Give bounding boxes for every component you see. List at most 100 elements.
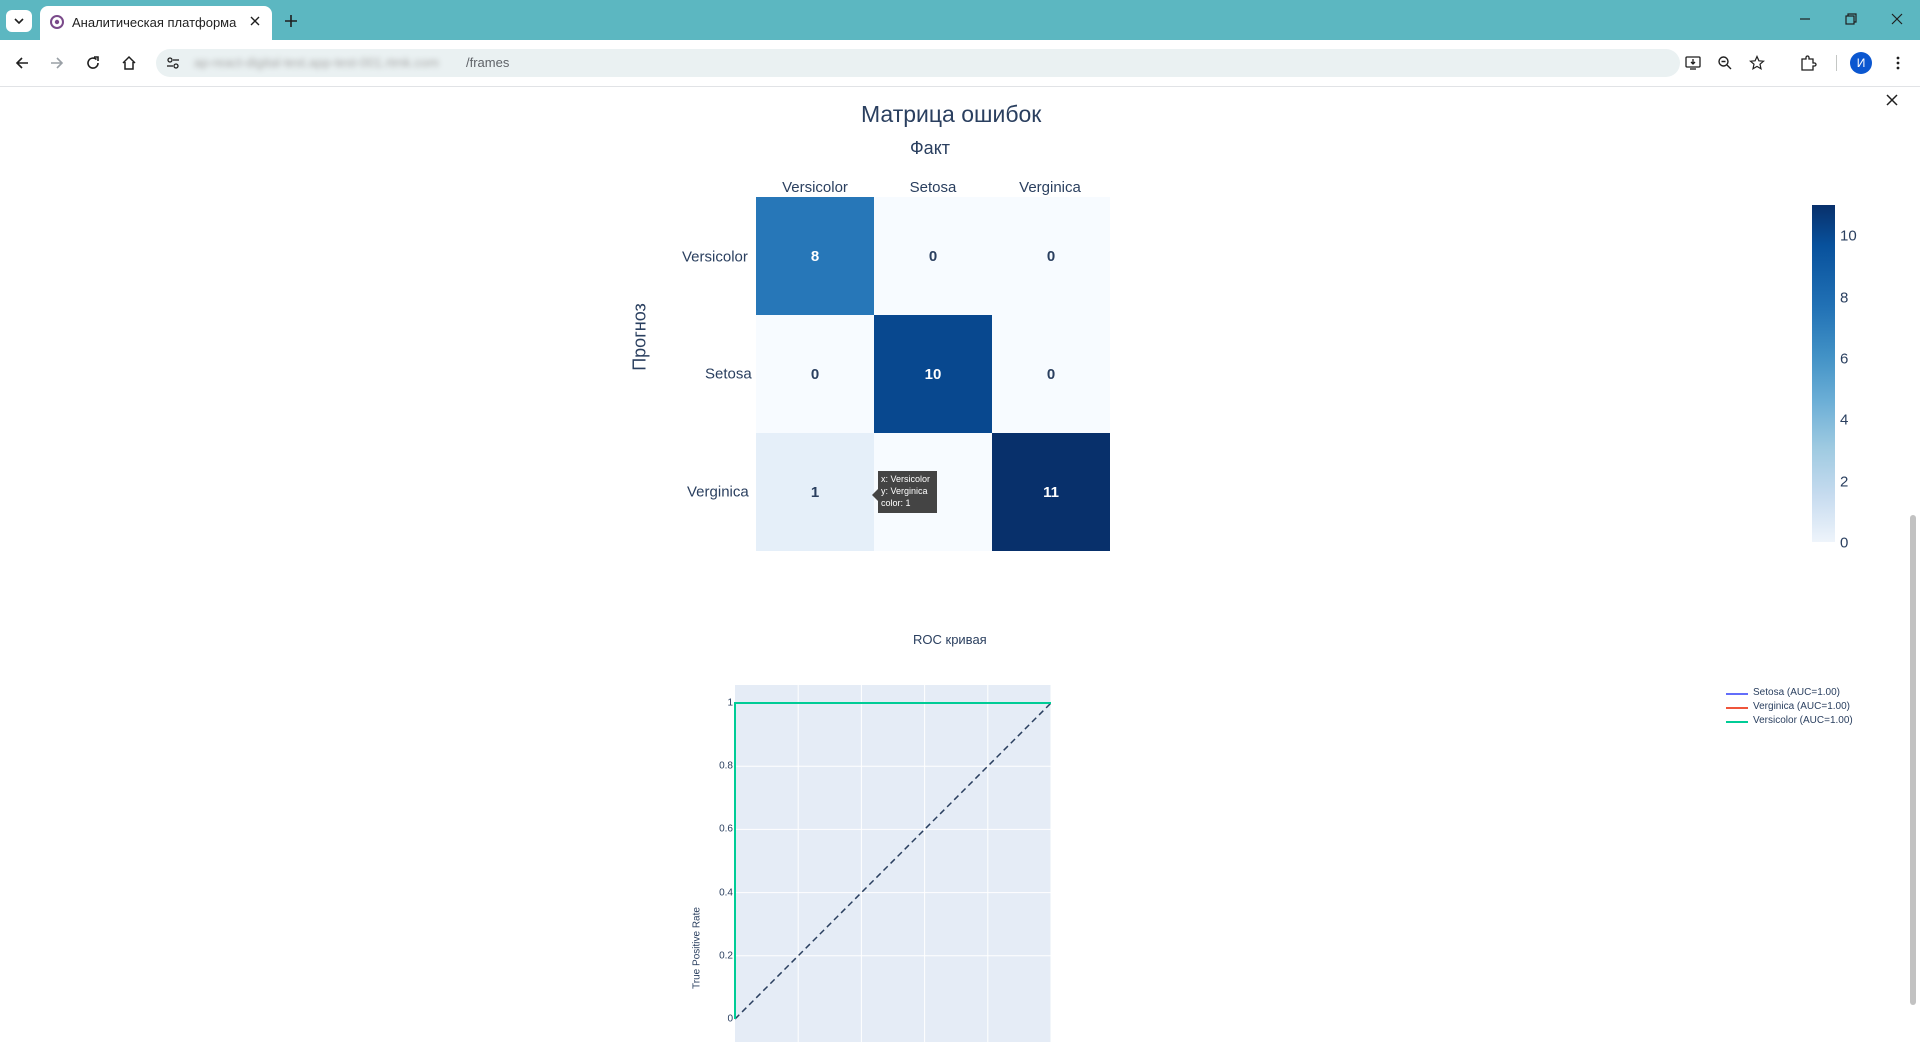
legend-label: Setosa (AUC=1.00) xyxy=(1753,687,1840,698)
tooltip-color: color: 1 xyxy=(881,498,911,508)
tooltip-x: x: Versicolor xyxy=(881,474,931,484)
tab-title: Аналитическая платформа xyxy=(72,15,237,30)
toolbar-divider xyxy=(1836,55,1837,71)
url-host: ap-react-digital-test.app-test-001.rtmk.… xyxy=(194,55,439,70)
colorbar-tick: 0 xyxy=(1840,534,1849,552)
extensions-button[interactable] xyxy=(1796,51,1820,75)
legend-swatch xyxy=(1726,721,1748,723)
minimize-icon xyxy=(1800,18,1810,20)
close-icon xyxy=(1886,94,1898,106)
reload-button[interactable] xyxy=(81,51,105,75)
colorbar-tick: 2 xyxy=(1840,473,1849,491)
colorbar-tick: 6 xyxy=(1840,350,1849,368)
plus-icon xyxy=(285,15,297,27)
roc-series-line xyxy=(734,702,1051,1019)
heatmap-cell[interactable]: 0 xyxy=(992,197,1110,315)
heatmap-cell[interactable]: 10 xyxy=(874,315,992,433)
legend-label: Versicolor (AUC=1.00) xyxy=(1753,715,1853,726)
heatmap-cell[interactable]: 0 xyxy=(756,315,874,433)
restore-icon xyxy=(1845,13,1857,25)
arrow-left-icon xyxy=(15,57,28,69)
roc-y-tick-label: 0.6 xyxy=(719,823,733,835)
minimize-window-button[interactable] xyxy=(1791,8,1819,30)
close-icon xyxy=(1891,13,1903,25)
confusion-matrix-title: Матрица ошибок xyxy=(861,101,1042,127)
close-frame-button[interactable] xyxy=(1881,89,1903,111)
forward-button[interactable] xyxy=(45,51,69,75)
heatmap-cell[interactable]: 11 xyxy=(992,433,1110,551)
legend-swatch xyxy=(1726,693,1748,695)
bookmark-button[interactable] xyxy=(1748,54,1766,72)
cm-column-label: Setosa xyxy=(909,179,957,196)
cm-row-label: Versicolor xyxy=(682,248,748,266)
roc-y-tick-label: 0.2 xyxy=(719,950,733,962)
chevron-down-icon xyxy=(14,18,24,25)
close-window-button[interactable] xyxy=(1883,8,1911,30)
url-path: /frames xyxy=(466,55,510,70)
puzzle-icon xyxy=(1801,55,1817,71)
colorbar xyxy=(1812,205,1835,542)
install-app-button[interactable] xyxy=(1684,54,1702,72)
profile-avatar[interactable]: И xyxy=(1850,52,1872,74)
browser-menu-button[interactable] xyxy=(1886,51,1910,75)
heatmap-cell-value: 8 xyxy=(810,247,820,265)
back-button[interactable] xyxy=(10,51,34,75)
zoom-out-icon xyxy=(1718,56,1732,70)
heatmap-cell[interactable]: 0 xyxy=(874,197,992,315)
roc-plot-background xyxy=(735,685,1051,1042)
legend-label: Verginica (AUC=1.00) xyxy=(1753,701,1850,712)
more-vert-icon xyxy=(1896,56,1900,70)
report-frame: Матрица ошибок Факт Прогноз Versicolor S… xyxy=(0,87,1920,1042)
app-logo-icon xyxy=(50,15,64,29)
roc-y-tick-label: 0 xyxy=(727,1013,733,1025)
home-button[interactable] xyxy=(117,51,141,75)
heatmap-cell[interactable]: 8 xyxy=(756,197,874,315)
roc-y-axis-label: True Positive Rate xyxy=(691,907,703,989)
roc-title: ROC кривая xyxy=(913,632,987,647)
colorbar-tick: 4 xyxy=(1840,411,1849,429)
scrollbar-thumb[interactable] xyxy=(1910,515,1916,1005)
tooltip-y: y: Verginica xyxy=(881,486,928,496)
roc-y-tick-label: 0.4 xyxy=(719,887,733,899)
tab-search-button[interactable] xyxy=(6,10,32,32)
roc-y-tick-label: 1 xyxy=(727,697,733,709)
cm-column-label: Verginica xyxy=(1019,179,1081,196)
heatmap-cell-value: 1 xyxy=(810,483,820,501)
close-icon xyxy=(250,16,260,26)
site-info-button[interactable] xyxy=(164,54,182,72)
confusion-matrix-y-title: Прогноз xyxy=(629,303,650,371)
heatmap-cell[interactable]: 1 xyxy=(756,433,874,551)
heatmap-cell-value: 0 xyxy=(928,247,938,265)
roc-series-line xyxy=(734,702,1051,1019)
roc-series-line xyxy=(734,702,1051,1019)
heatmap-cell-value: 0 xyxy=(1046,247,1056,265)
cm-row-label: Setosa xyxy=(705,365,752,383)
star-icon xyxy=(1749,55,1765,71)
heatmap-cell-value: 0 xyxy=(1046,365,1056,383)
heatmap-cell-value: 10 xyxy=(924,365,942,383)
heatmap-cell-value: 11 xyxy=(1043,483,1059,501)
install-app-icon xyxy=(1685,56,1701,70)
address-bar[interactable]: ap-react-digital-test.app-test-001.rtmk.… xyxy=(156,49,1765,77)
scrollbar[interactable] xyxy=(1906,87,1920,1042)
cm-row-label: Verginica xyxy=(687,483,749,501)
cm-column-label: Versicolor xyxy=(782,179,848,196)
colorbar-tick: 10 xyxy=(1840,227,1857,245)
roc-y-tick-label: 0.8 xyxy=(719,760,733,772)
confusion-matrix-x-title: Факт xyxy=(910,138,951,158)
hover-tooltip: x: Versicolor y: Verginica color: 1 xyxy=(878,471,937,513)
browser-tab-strip: Аналитическая платформа xyxy=(0,0,1920,40)
browser-toolbar: ap-react-digital-test.app-test-001.rtmk.… xyxy=(0,40,1920,87)
heatmap-cell[interactable]: 0 xyxy=(992,315,1110,433)
home-icon xyxy=(122,55,136,70)
tune-icon xyxy=(167,57,179,69)
restore-window-button[interactable] xyxy=(1837,8,1865,30)
new-tab-button[interactable] xyxy=(280,10,302,32)
zoom-button[interactable] xyxy=(1716,54,1734,72)
arrow-right-icon xyxy=(51,57,64,69)
roc-random-baseline xyxy=(734,702,1052,1020)
heatmap-cell-value: 0 xyxy=(810,365,820,383)
reload-icon xyxy=(87,56,99,69)
browser-tab-active[interactable]: Аналитическая платформа xyxy=(40,6,272,40)
tab-close-button[interactable] xyxy=(246,12,264,30)
